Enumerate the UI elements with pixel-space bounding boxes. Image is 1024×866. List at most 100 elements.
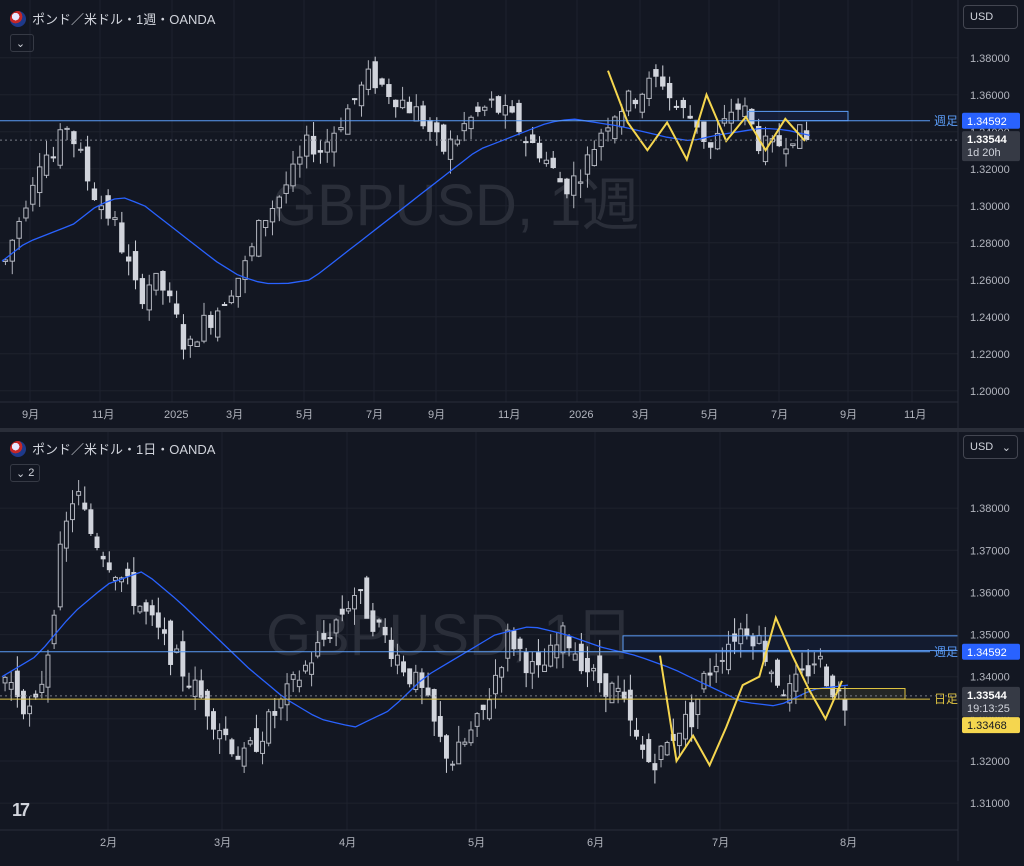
weekly-candle-body [420,105,426,127]
weekly-currency-select[interactable]: USD [963,5,1018,29]
weekly-candle-body [413,106,419,122]
weekly-candle-body [125,256,132,262]
weekly-candle-body [256,220,262,257]
daily-candle-body [689,702,695,728]
weekly-candle-body [536,142,543,159]
daily-collapse-button[interactable]: ⌄ 2 [10,464,40,482]
weekly-x-tick-label: 7月 [771,409,788,421]
weekly-candle-body [119,222,125,253]
weekly-x-tick-label: 2026 [569,409,593,421]
daily-candle-body [364,577,370,619]
weekly-candle-body [160,271,166,291]
weekly-candle-body [235,277,241,298]
weekly-candle-body [30,184,36,205]
weekly-candle-body [139,278,146,305]
daily-currency-label: USD [970,441,994,453]
daily-x-tick-label: 6月 [587,837,604,849]
daily-candle-body [431,689,437,722]
weekly-candle-body [406,101,413,114]
daily-x-tick-label: 4月 [339,837,356,849]
daily-candle-body [535,652,541,666]
daily-y-tick-label: 1.38000 [970,503,1010,515]
weekly-last-price-text: 1.33544 [967,134,1008,146]
weekly-candle-body [331,132,337,153]
daily-x-tick-label: 2月 [100,837,117,849]
weekly-candle-body [310,135,317,155]
daily-candle-body [591,667,597,672]
daily-candle-body [394,654,400,666]
weekly-candle-body [482,106,488,111]
weekly-candle-body [262,220,269,228]
daily-candle-body [425,687,431,696]
charts-svg[interactable]: 1.38000 1.36000 1.34000 1.32000 1.30000 1.280… [0,0,1024,861]
weekly-candle-body [112,217,118,221]
weekly-candle-body [173,303,180,315]
weekly-candle-body [564,178,570,195]
weekly-candle-body [577,181,584,184]
weekly-candle-body [393,99,399,108]
weekly-candle-body [64,127,70,130]
tradingview-logo[interactable]: 17 [12,800,30,821]
weekly-candle-body [495,96,502,113]
daily-candle-body [296,679,302,688]
weekly-watermark: GBPUSD, 1週 [272,173,639,238]
daily-candle-body [805,665,811,677]
daily-candle-body [253,728,259,752]
daily-countdown-text: 19:13:25 [967,703,1010,715]
daily-candle-body [198,680,204,698]
weekly-currency-label: USD [970,11,994,23]
daily-candle-body [817,655,823,660]
daily-y-tick-label: 1.34000 [970,672,1010,684]
daily-candle-body [161,629,167,634]
weekly-candle-body [783,148,789,155]
weekly-x-tick-label: 7月 [366,409,383,421]
weekly-candle-body [221,303,228,306]
weekly-candle-body [379,78,385,85]
weekly-countdown-text: 1d 20h [967,147,1001,159]
weekly-candle-body [201,314,207,342]
weekly-candle-body [228,295,235,304]
daily-candle-body [824,666,830,687]
daily-candle-body [615,687,621,693]
daily-candle-body [505,629,511,659]
weekly-candle-body [386,84,392,97]
weekly-candle-body [153,272,159,291]
daily-candle-body [382,626,388,636]
daily-candle-body [229,739,235,755]
weekly-collapse-button[interactable]: ⌄ [10,34,34,52]
weekly-candle-body [461,123,467,132]
daily-candle-body [20,690,26,715]
weekly-candle-body [447,138,454,160]
daily-candle-body [609,682,615,704]
daily-candle-body [480,704,486,711]
weekly-candle-body [180,324,187,350]
daily-x-tick-label: 3月 [214,837,231,849]
daily-currency-select[interactable]: USD ⌄ [963,435,1018,459]
daily-candle-body [223,728,229,736]
weekly-candle-body [557,178,563,183]
daily-candle-body [658,745,664,761]
weekly-header: ポンド／米ドル・1週・OANDA [10,9,215,28]
daily-candle-body [8,681,14,690]
daily-candle-body [407,668,413,685]
daily-candle-body [45,654,51,688]
daily-zone-box [804,688,906,700]
daily-x-tick-label: 7月 [712,837,729,849]
weekly-candle-body [612,116,618,140]
daily-candle-body [695,698,701,716]
daily-zone-box [622,635,959,652]
weekly-candle-body [584,154,591,175]
daily-y-tick-label: 1.32000 [970,756,1010,768]
daily-candle-body [486,699,492,720]
daily-candle-body [82,502,88,510]
daily-level-price-text: 1.34592 [967,647,1007,659]
daily-candle-body [542,664,548,673]
weekly-candle-body [708,142,714,148]
weekly-candle-body [399,99,406,109]
daily-candle-body [621,691,627,699]
daily-candle-body [376,619,382,623]
weekly-candle-body [208,314,214,328]
weekly-candle-body [132,251,139,281]
weekly-candle-body [427,120,433,132]
daily-candle-body [63,520,69,549]
